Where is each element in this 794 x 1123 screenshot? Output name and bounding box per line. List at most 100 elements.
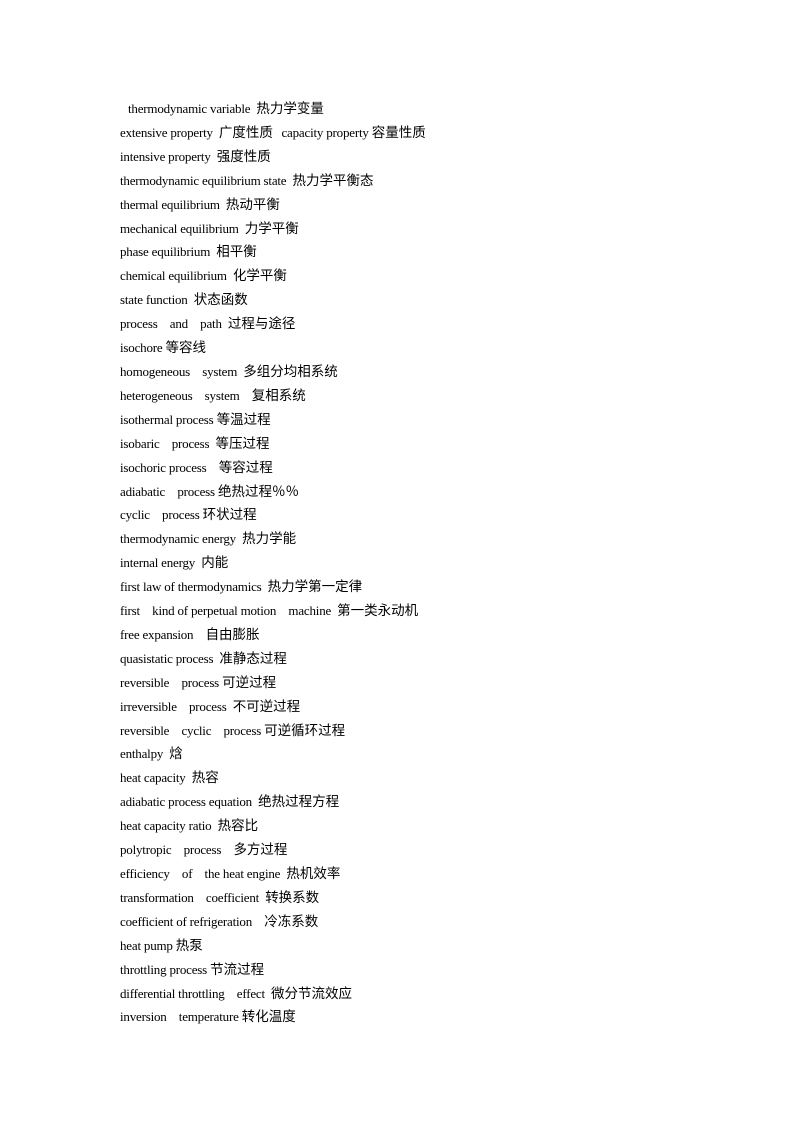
term-english: thermodynamic energy	[120, 531, 243, 547]
term-english: first kind of perpetual motion machine	[120, 603, 338, 619]
term-english: adiabatic process	[120, 483, 218, 499]
glossary-entry: reversible cyclic process 可逆循环过程	[120, 719, 680, 743]
glossary-entry: thermodynamic variable 热力学变量	[120, 97, 680, 121]
term-chinese: 绝热过程％％	[217, 483, 299, 500]
glossary-entry: first law of thermodynamics 热力学第一定律	[120, 575, 680, 599]
term-chinese: 热机效率	[286, 866, 341, 882]
glossary-entry: free expansion 自由膨胀	[120, 623, 680, 647]
term-chinese: 可逆过程	[222, 674, 277, 691]
term-english: mechanical equilibrium	[120, 220, 245, 236]
glossary-entry: intensive property 强度性质	[120, 145, 680, 169]
term-chinese: 环状过程	[202, 507, 257, 524]
glossary-entry: heterogeneous system 复相系统	[120, 384, 680, 408]
glossary-entry: throttling process 节流过程	[120, 958, 680, 982]
term-english: differential throttling effect	[120, 985, 271, 1001]
term-english: isochoric process	[120, 459, 219, 475]
glossary-entry: isochore 等容线	[120, 336, 680, 360]
glossary-entry: process and path 过程与途径	[120, 312, 680, 336]
glossary-entry: isochoric process 等容过程	[120, 456, 680, 480]
term-english: internal energy	[120, 555, 202, 571]
glossary-entry: internal energy 内能	[120, 551, 680, 575]
glossary-entry: extensive property 广度性质 capacity propert…	[120, 121, 680, 145]
glossary-entry: thermodynamic energy 热力学能	[120, 527, 680, 551]
term-english: chemical equilibrium	[120, 268, 233, 284]
term-english: irreversible process	[120, 698, 233, 714]
glossary-entry: coefficient of refrigeration 冷冻系数	[120, 910, 680, 934]
term-chinese: 强度性质	[216, 148, 271, 165]
glossary-entry: thermodynamic equilibrium state 热力学平衡态	[120, 169, 680, 193]
glossary-entry: homogeneous system 多组分均相系统	[120, 360, 680, 384]
term-chinese: 等温过程	[216, 411, 271, 428]
term-chinese: 热力学能	[242, 531, 297, 548]
term-english: first law of thermodynamics	[120, 579, 268, 595]
term-chinese: 冷冻系数	[264, 913, 319, 930]
term-english: transformation coefficient	[120, 889, 266, 905]
term-chinese: 准静态过程	[219, 650, 287, 667]
term-chinese: 转换系数	[265, 889, 320, 906]
term-english: process and path	[120, 316, 228, 332]
glossary-entry: polytropic process 多方过程	[120, 838, 680, 862]
glossary-entry: cyclic process 环状过程	[120, 503, 680, 527]
term-english: throttling process	[120, 961, 211, 977]
glossary-entry: chemical equilibrium 化学平衡	[120, 264, 680, 288]
document-page: thermodynamic variable 热力学变量 extensive p…	[0, 0, 794, 1123]
term-chinese: 过程与途径	[227, 316, 296, 333]
term-english: enthalpy	[120, 746, 170, 762]
term-chinese: 内能	[201, 555, 229, 572]
term-english: isochore	[120, 340, 166, 356]
term-chinese: 状态函数	[193, 292, 248, 309]
term-chinese: 热容比	[217, 818, 259, 835]
term-english: inversion temperature	[120, 1009, 242, 1025]
glossary-entry: efficiency of the heat engine 热机效率	[120, 862, 680, 886]
glossary-entry: irreversible process 不可逆过程	[120, 695, 680, 719]
glossary-entry: heat capacity ratio 热容比	[120, 814, 680, 838]
term-english: thermodynamic equilibrium state	[120, 172, 293, 188]
glossary-list: thermodynamic variable 热力学变量 extensive p…	[120, 97, 680, 1029]
term-chinese: 多组分均相系统	[243, 363, 338, 380]
glossary-entry: phase equilibrium 相平衡	[120, 240, 680, 264]
term-chinese: 热泵	[175, 937, 203, 954]
term-english: phase equilibrium	[120, 244, 217, 260]
term-english: isobaric process	[120, 435, 216, 451]
glossary-entry: inversion temperature 转化温度	[120, 1005, 680, 1029]
term-chinese-alt: 容量性质	[371, 124, 426, 141]
term-chinese: 多方过程	[233, 842, 288, 859]
term-english: homogeneous system	[120, 363, 244, 379]
term-chinese: 热力学平衡态	[292, 172, 374, 189]
term-english: reversible process	[120, 674, 223, 690]
term-chinese: 焓	[169, 746, 183, 763]
glossary-entry: heat capacity 热容	[120, 766, 680, 790]
term-english: heat capacity	[120, 770, 192, 786]
glossary-entry: heat pump 热泵	[120, 934, 680, 958]
term-english: thermal equilibrium	[120, 196, 226, 212]
term-english: intensive property	[120, 148, 217, 164]
term-chinese: 转化温度	[241, 1009, 296, 1026]
term-chinese: 复相系统	[251, 387, 306, 404]
term-english: free expansion	[120, 626, 206, 642]
term-chinese: 等压过程	[215, 435, 270, 452]
glossary-entry: first kind of perpetual motion machine 第…	[120, 599, 680, 623]
glossary-entry: isobaric process 等压过程	[120, 432, 680, 456]
term-chinese: 节流过程	[210, 961, 265, 978]
term-english: extensive property	[120, 124, 219, 140]
term-chinese: 不可逆过程	[232, 698, 301, 715]
term-english-alt: capacity property	[281, 124, 372, 140]
glossary-entry: isothermal process 等温过程	[120, 408, 680, 432]
term-english: coefficient of refrigeration	[120, 913, 265, 929]
term-chinese: 第一类永动机	[337, 603, 419, 620]
term-english: efficiency of the heat engine	[120, 866, 287, 881]
term-english: quasistatic process	[120, 650, 220, 666]
glossary-entry: adiabatic process equation 绝热过程方程	[120, 790, 680, 814]
term-english: thermodynamic variable	[128, 101, 257, 116]
glossary-entry: differential throttling effect 微分节流效应	[120, 982, 680, 1006]
term-english: isothermal process	[120, 411, 217, 427]
term-chinese: 力学平衡	[244, 220, 299, 237]
term-chinese: 化学平衡	[232, 268, 287, 285]
term-chinese: 热力学变量	[256, 101, 324, 117]
term-english: heterogeneous system	[120, 387, 252, 403]
term-chinese: 热动平衡	[225, 196, 280, 213]
glossary-entry: reversible process 可逆过程	[120, 671, 680, 695]
term-chinese: 热容	[191, 770, 219, 787]
term-chinese: 可逆循环过程	[264, 722, 346, 739]
term-english: polytropic process	[120, 842, 234, 858]
